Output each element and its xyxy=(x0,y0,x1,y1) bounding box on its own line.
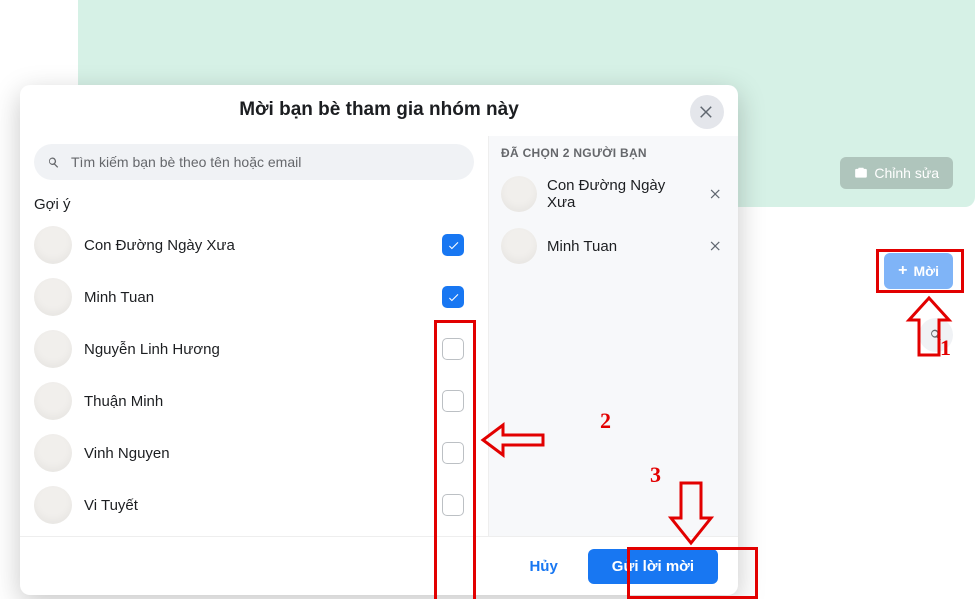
friend-name: Vi Tuyết xyxy=(84,497,430,514)
suggestion-row[interactable]: Vi Tuyết xyxy=(20,479,488,531)
friend-search[interactable] xyxy=(34,144,474,180)
camera-icon xyxy=(854,166,868,180)
avatar xyxy=(34,434,72,472)
selected-name: Minh Tuan xyxy=(547,238,696,255)
edit-cover-label: Chỉnh sửa xyxy=(874,165,939,181)
friend-name: Minh Tuan xyxy=(84,289,430,306)
friend-name: Vinh Nguyen xyxy=(84,445,430,462)
cancel-button[interactable]: Hủy xyxy=(523,557,563,576)
avatar xyxy=(34,382,72,420)
annotation-box-checkboxes xyxy=(434,320,476,599)
annotation-number-1: 1 xyxy=(940,335,951,361)
close-icon xyxy=(709,187,723,201)
suggestions-label: Gợi ý xyxy=(34,196,474,213)
page-root: Chỉnh sửa + Mời Mời bạn bè tham gia nhóm… xyxy=(0,0,975,599)
friend-name: Nguyễn Linh Hương xyxy=(84,341,430,358)
suggestions-list: Con Đường Ngày Xưa Minh Tuan Nguyễn Linh H… xyxy=(20,219,488,536)
friend-checkbox[interactable] xyxy=(442,234,464,256)
suggestion-row[interactable]: Minh Tuan xyxy=(20,271,488,323)
friend-checkbox[interactable] xyxy=(442,286,464,308)
remove-selected-button[interactable] xyxy=(706,184,726,204)
avatar xyxy=(34,226,72,264)
selected-row: Con Đường Ngày Xưa xyxy=(501,168,726,220)
avatar xyxy=(34,486,72,524)
search-icon xyxy=(46,155,61,170)
close-button[interactable] xyxy=(690,95,724,129)
avatar xyxy=(501,176,537,212)
friend-name: Con Đường Ngày Xưa xyxy=(84,237,430,254)
avatar xyxy=(34,330,72,368)
selected-list: Con Đường Ngày Xưa Minh Tuan xyxy=(501,168,726,272)
annotation-box-invite xyxy=(876,249,964,293)
modal-left: Gợi ý Con Đường Ngày Xưa Minh Tuan Nguyễn … xyxy=(20,136,488,536)
selected-row: Minh Tuan xyxy=(501,220,726,272)
edit-cover-button[interactable]: Chỉnh sửa xyxy=(840,157,953,189)
modal-header: Mời bạn bè tham gia nhóm này xyxy=(20,85,738,136)
suggestion-row[interactable]: Con Đường Ngày Xưa xyxy=(20,219,488,271)
close-icon xyxy=(698,103,716,121)
suggestion-row[interactable]: Thuận Minh xyxy=(20,375,488,427)
selected-name: Con Đường Ngày Xưa xyxy=(547,177,696,211)
suggestion-row[interactable]: Nguyễn Linh Hương xyxy=(20,323,488,375)
modal-right: ĐÃ CHỌN 2 NGƯỜI BẠN Con Đường Ngày Xưa Mi… xyxy=(488,136,738,536)
annotation-number-2: 2 xyxy=(600,408,611,434)
annotation-box-send xyxy=(627,547,758,599)
friend-name: Thuận Minh xyxy=(84,393,430,410)
search-input[interactable] xyxy=(69,153,462,171)
check-icon xyxy=(447,239,460,252)
avatar xyxy=(501,228,537,264)
avatar xyxy=(34,278,72,316)
close-icon xyxy=(709,239,723,253)
suggestion-row[interactable]: Vinh Nguyen xyxy=(20,427,488,479)
modal-body: Gợi ý Con Đường Ngày Xưa Minh Tuan Nguyễn … xyxy=(20,136,738,536)
selected-header: ĐÃ CHỌN 2 NGƯỜI BẠN xyxy=(501,146,726,160)
invite-modal: Mời bạn bè tham gia nhóm này Gợi ý Con Đ… xyxy=(20,85,738,595)
remove-selected-button[interactable] xyxy=(706,236,726,256)
check-icon xyxy=(447,291,460,304)
annotation-number-3: 3 xyxy=(650,462,661,488)
modal-title: Mời bạn bè tham gia nhóm này xyxy=(239,99,519,121)
